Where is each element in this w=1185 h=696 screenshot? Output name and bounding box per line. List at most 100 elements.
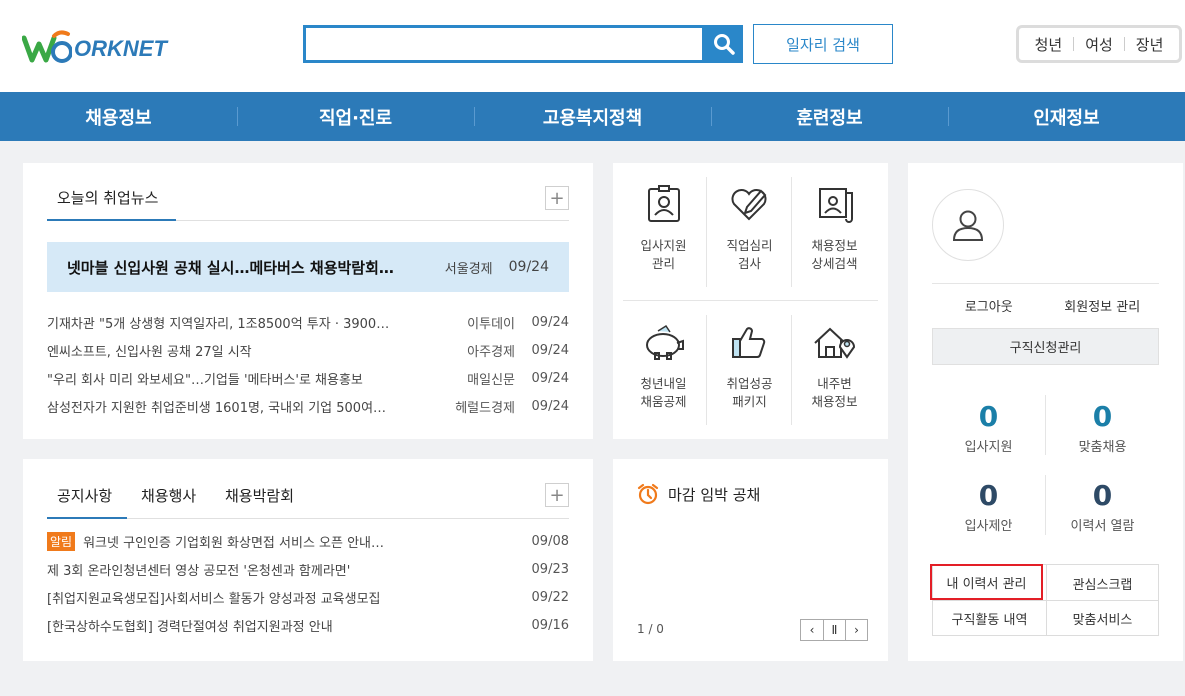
notice-more-button[interactable]: +	[545, 483, 569, 507]
list-item[interactable]: 제 3회 온라인청년센터 영상 공모전 '온청센과 함께라면' 09/23	[47, 555, 569, 583]
my-services-grid: 내 이력서 관리 관심스크랩 구직활동 내역 맞춤서비스	[930, 564, 1159, 636]
stat-resume-views[interactable]: 0 이력서 열람	[1046, 479, 1159, 549]
list-item[interactable]: [한국상하수도협회] 경력단절여성 취업지원과정 안내 09/16	[47, 611, 569, 639]
news-source: 헤럴드경제	[455, 400, 515, 416]
nav-recruitment-info[interactable]: 채용정보	[0, 92, 237, 141]
news-panel: 오늘의 취업뉴스 + 넷마블 신입사원 공채 실시…메타버스 채용박람회… 서울…	[23, 163, 593, 439]
stat-value: 0	[1092, 400, 1113, 433]
tab-job-fair[interactable]: 채용박람회	[225, 485, 294, 506]
notice-title: [한국상하수도협회] 경력단절여성 취업지원과정 안내	[47, 619, 333, 635]
quick-menu-panel: 입사지원 관리 직업심리 검사 채용정보 상세검색 청년내일 채움공제 취업성공…	[613, 163, 888, 439]
nav-training-info[interactable]: 훈련정보	[711, 92, 948, 141]
notice-panel: 공지사항 채용행사 채용박람회 + 알림 워크넷 구인인증 기업회원 화상면접 …	[23, 459, 593, 661]
thumbs-up-icon	[731, 327, 765, 358]
list-item[interactable]: 엔씨소프트, 신입사원 공채 27일 시작 아주경제 09/24	[47, 336, 569, 364]
menu-label: 채용정보 상세검색	[811, 238, 858, 271]
menu-detailed-job-search[interactable]: 채용정보 상세검색	[792, 163, 877, 283]
news-list: 기재차관 "5개 상생형 지역일자리, 1조8500억 투자 · 3900… 이…	[47, 308, 569, 420]
tab-today-news[interactable]: 오늘의 취업뉴스	[57, 187, 158, 208]
user-type-youth[interactable]: 청년	[1035, 34, 1063, 55]
news-date: 09/24	[531, 314, 569, 330]
tab-notice[interactable]: 공지사항	[57, 485, 112, 506]
job-search-button[interactable]: 일자리 검색	[753, 24, 893, 64]
search-input[interactable]	[306, 28, 702, 60]
job-activity-button[interactable]: 구직활동 내역	[933, 600, 1046, 636]
notice-list: 알림 워크넷 구인인증 기업회원 화상면접 서비스 오픈 안내… 09/08 제…	[47, 527, 569, 639]
stat-label: 입사지원	[964, 440, 1013, 455]
news-title: 삼성전자가 지원한 취업준비생 1601명, 국내외 기업 500여…	[47, 400, 387, 416]
worknet-logo[interactable]: ORKNET	[22, 30, 182, 70]
news-headline[interactable]: 넷마블 신입사원 공채 실시…메타버스 채용박람회… 서울경제 09/24	[47, 242, 569, 292]
menu-employment-package[interactable]: 취업성공 패키지	[707, 301, 792, 421]
divider	[1123, 37, 1125, 51]
user-type-women[interactable]: 여성	[1085, 34, 1113, 55]
stat-label: 입사제안	[964, 519, 1013, 534]
list-item[interactable]: 삼성전자가 지원한 취업준비생 1601명, 국내외 기업 500여… 헤럴드경…	[47, 392, 569, 420]
search-button[interactable]	[704, 25, 743, 63]
pause-button[interactable]: Ⅱ	[823, 620, 845, 640]
news-source: 이투데이	[467, 316, 515, 332]
notice-date: 09/16	[531, 617, 569, 633]
news-source: 매일신문	[467, 372, 515, 388]
job-application-manage-button[interactable]: 구직신청관리	[932, 328, 1159, 365]
custom-service-button[interactable]: 맞춤서비스	[1046, 600, 1159, 636]
divider	[127, 518, 569, 519]
menu-career-psych-test[interactable]: 직업심리 검사	[707, 163, 792, 283]
news-more-button[interactable]: +	[545, 186, 569, 210]
menu-youth-savings[interactable]: 청년내일 채움공제	[621, 301, 706, 421]
member-info-link[interactable]: 회원정보 관리	[1046, 284, 1160, 327]
next-button[interactable]: ›	[845, 620, 867, 640]
list-item[interactable]: 기재차관 "5개 상생형 지역일자리, 1조8500억 투자 · 3900… 이…	[47, 308, 569, 336]
logo-text: ORKNET	[74, 36, 167, 61]
news-source: 아주경제	[467, 344, 515, 360]
my-page-panel: 로그아웃 회원정보 관리 구직신청관리 0 입사지원 0 맞춤채용 0 입사제안…	[908, 163, 1183, 661]
stat-value: 0	[1092, 479, 1113, 512]
stat-matched-jobs[interactable]: 0 맞춤채용	[1046, 400, 1159, 470]
list-item[interactable]: 알림 워크넷 구인인증 기업회원 화상면접 서비스 오픈 안내… 09/08	[47, 527, 569, 555]
news-title: 기재차관 "5개 상생형 지역일자리, 1조8500억 투자 · 3900…	[47, 316, 390, 332]
notice-date: 09/22	[531, 589, 569, 605]
menu-label: 취업성공 패키지	[726, 376, 773, 409]
tab-recruit-events[interactable]: 채용행사	[141, 485, 196, 506]
avatar	[932, 189, 1004, 261]
tab-underline	[47, 517, 127, 519]
account-links: 로그아웃 회원정보 관리	[932, 283, 1159, 327]
main-navigation: 채용정보 직업·진로 고용복지정책 훈련정보 인재정보	[0, 92, 1185, 141]
scroll-icon	[818, 188, 853, 223]
news-date: 09/24	[531, 370, 569, 386]
news-date: 09/24	[531, 398, 569, 414]
stat-applications[interactable]: 0 입사지원	[932, 400, 1045, 470]
news-date: 09/24	[531, 342, 569, 358]
headline-date: 09/24	[508, 259, 549, 275]
menu-label: 내주변 채용정보	[811, 376, 858, 409]
notice-title: [취업지원교육생모집]사회서비스 활동가 양성과정 교육생모집	[47, 591, 381, 607]
header: ORKNET 일자리 검색 청년 여성 장년	[0, 0, 1185, 92]
user-icon	[952, 210, 984, 241]
heart-pen-icon	[731, 189, 766, 221]
nav-career[interactable]: 직업·진로	[237, 92, 474, 141]
logout-link[interactable]: 로그아웃	[932, 284, 1046, 327]
search-box	[303, 25, 705, 63]
stat-job-offers[interactable]: 0 입사제안	[932, 479, 1045, 549]
list-item[interactable]: "우리 회사 미리 와보세요"…기업들 '메타버스'로 채용홍보 매일신문 09…	[47, 364, 569, 392]
my-resume-button[interactable]: 내 이력서 관리	[930, 564, 1043, 600]
menu-nearby-jobs[interactable]: 내주변 채용정보	[792, 301, 877, 421]
nav-talent-info[interactable]: 인재정보	[948, 92, 1185, 141]
alarm-clock-icon	[637, 483, 659, 505]
menu-label: 입사지원 관리	[640, 238, 687, 271]
piggy-bank-icon	[645, 324, 684, 360]
scrap-button[interactable]: 관심스크랩	[1046, 565, 1159, 601]
menu-label: 직업심리 검사	[726, 238, 773, 271]
user-type-selector: 청년 여성 장년	[1016, 25, 1182, 63]
prev-button[interactable]: ‹	[801, 620, 823, 640]
headline-source: 서울경제	[444, 261, 493, 277]
list-item[interactable]: [취업지원교육생모집]사회서비스 활동가 양성과정 교육생모집 09/22	[47, 583, 569, 611]
logo-w-mark-icon	[22, 30, 72, 63]
user-type-senior[interactable]: 장년	[1136, 34, 1164, 55]
deadline-panel: 마감 임박 공채 1 / 0 ‹ Ⅱ ›	[613, 459, 888, 661]
nav-employment-welfare[interactable]: 고용복지정책	[474, 92, 711, 141]
notice-title: 워크넷 구인인증 기업회원 화상면접 서비스 오픈 안내…	[83, 535, 385, 551]
menu-application-management[interactable]: 입사지원 관리	[621, 163, 706, 283]
alert-badge: 알림	[47, 531, 76, 551]
headline-title: 넷마블 신입사원 공채 실시…메타버스 채용박람회…	[67, 258, 394, 277]
